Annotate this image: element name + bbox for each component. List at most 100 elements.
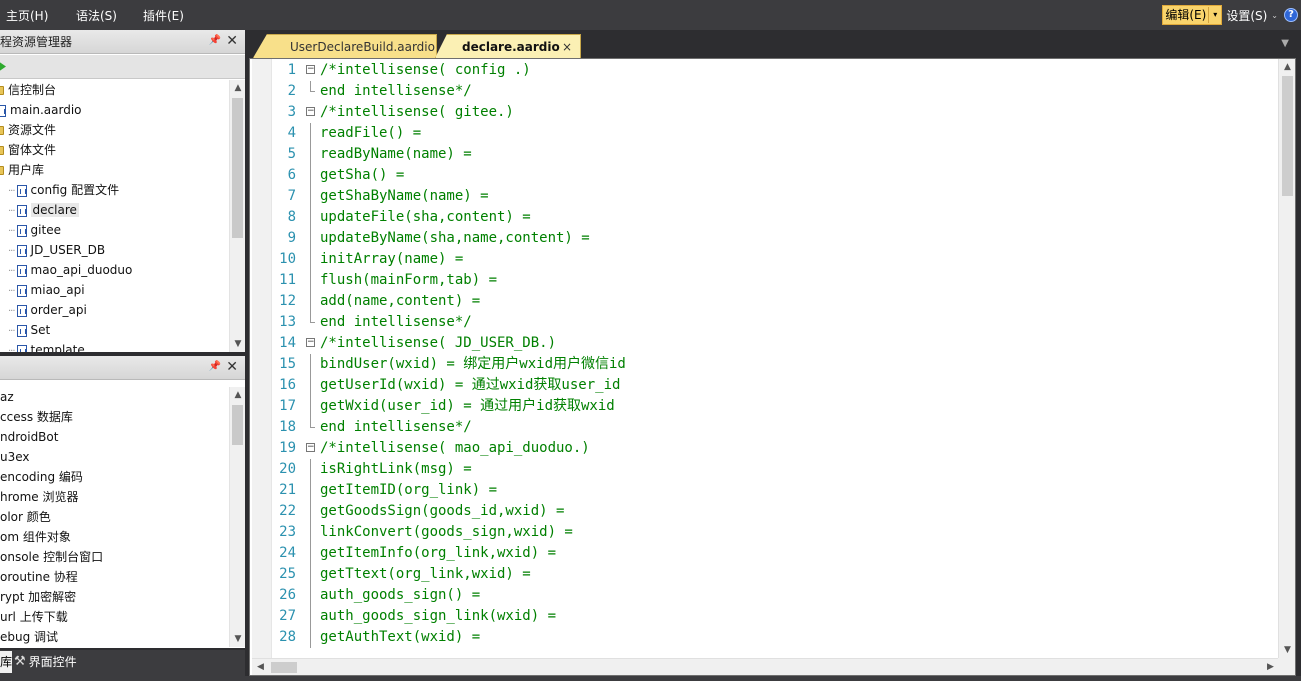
- collapse-icon[interactable]: −: [306, 65, 315, 74]
- library-item[interactable]: ccess 数据库: [0, 407, 229, 427]
- chevron-down-icon[interactable]: ▾: [1211, 5, 1219, 25]
- fold-marker[interactable]: −: [300, 60, 320, 81]
- library-item[interactable]: oroutine 协程: [0, 567, 229, 587]
- library-item[interactable]: encoding 编码: [0, 467, 229, 487]
- code-line[interactable]: readByName(name) =: [320, 144, 1270, 165]
- tree-item[interactable]: ··· JD_USER_DB: [0, 240, 229, 260]
- code-line[interactable]: getWxid(user_id) = 通过用户id获取wxid: [320, 396, 1270, 417]
- close-icon[interactable]: ✕: [226, 33, 238, 49]
- tree-item[interactable]: ··· miao_api: [0, 280, 229, 300]
- code-line[interactable]: getGoodsSign(goods_id,wxid) =: [320, 501, 1270, 522]
- chevron-down-icon[interactable]: ▼: [1281, 38, 1289, 49]
- code-editor[interactable]: 1 2 3 4 5 6 7 8 9 10 11 12 13 14 15 16 17 18 19 20 21 22 23 24 2…: [249, 58, 1296, 676]
- scroll-thumb[interactable]: [271, 662, 297, 673]
- tree-item[interactable]: ··· gitee: [0, 220, 229, 240]
- run-icon[interactable]: [0, 61, 6, 72]
- code-line[interactable]: bindUser(wxid) = 绑定用户wxid用户微信id: [320, 354, 1270, 375]
- code-line[interactable]: /*intellisense( mao_api_duoduo.): [320, 438, 1270, 459]
- tree-item[interactable]: ··· declare: [0, 200, 229, 220]
- scroll-up-icon[interactable]: ▲: [230, 387, 245, 403]
- code-line[interactable]: getItemInfo(org_link,wxid) =: [320, 543, 1270, 564]
- code-line[interactable]: auth_goods_sign_link(wxid) =: [320, 606, 1270, 627]
- close-icon[interactable]: ✕: [226, 359, 238, 375]
- code-line[interactable]: getAuthText(wxid) =: [320, 627, 1270, 648]
- code-line[interactable]: updateFile(sha,content) =: [320, 207, 1270, 228]
- code-line[interactable]: /*intellisense( gitee.): [320, 102, 1270, 123]
- tree-item[interactable]: 用户库: [0, 160, 229, 180]
- code-line[interactable]: end intellisense*/: [320, 81, 1270, 102]
- collapse-icon[interactable]: −: [306, 107, 315, 116]
- tree-item[interactable]: ··· mao_api_duoduo: [0, 260, 229, 280]
- library-item[interactable]: onsole 控制台窗口: [0, 547, 229, 567]
- editor-horizontal-scrollbar[interactable]: ◀ ▶: [252, 658, 1279, 675]
- pin-icon[interactable]: 📌: [209, 35, 221, 46]
- menu-home[interactable]: 主页(H): [6, 0, 48, 30]
- code-line[interactable]: initArray(name) =: [320, 249, 1270, 270]
- code-line[interactable]: getShaByName(name) =: [320, 186, 1270, 207]
- editor-vertical-scrollbar[interactable]: ▲ ▼: [1278, 59, 1295, 659]
- library-item[interactable]: url 上传下载: [0, 607, 229, 627]
- code-content[interactable]: /*intellisense( config .) end intellisens…: [320, 59, 1270, 659]
- code-line[interactable]: auth_goods_sign() =: [320, 585, 1270, 606]
- code-line[interactable]: getItemID(org_link) =: [320, 480, 1270, 501]
- code-line[interactable]: linkConvert(goods_sign,wxid) =: [320, 522, 1270, 543]
- code-line[interactable]: updateByName(sha,name,content) =: [320, 228, 1270, 249]
- code-line[interactable]: flush(mainForm,tab) =: [320, 270, 1270, 291]
- scroll-left-icon[interactable]: ◀: [252, 659, 269, 676]
- code-line[interactable]: getTtext(org_link,wxid) =: [320, 564, 1270, 585]
- tree-item[interactable]: main.aardio: [0, 100, 229, 120]
- code-line[interactable]: end intellisense*/: [320, 417, 1270, 438]
- tab-declare[interactable]: declare.aardio ×: [435, 34, 581, 58]
- pin-icon[interactable]: 📌: [209, 361, 221, 372]
- library-item[interactable]: olor 颜色: [0, 507, 229, 527]
- tree-item[interactable]: 信控制台: [0, 80, 229, 100]
- code-line[interactable]: /*intellisense( JD_USER_DB.): [320, 333, 1270, 354]
- tree-item[interactable]: ··· config 配置文件: [0, 180, 229, 200]
- code-line[interactable]: isRightLink(msg) =: [320, 459, 1270, 480]
- code-line[interactable]: readFile() =: [320, 123, 1270, 144]
- scroll-down-icon[interactable]: ▼: [1279, 642, 1296, 659]
- library-item[interactable]: hrome 浏览器: [0, 487, 229, 507]
- scroll-thumb[interactable]: [1282, 76, 1293, 196]
- fold-marker[interactable]: −: [300, 102, 320, 123]
- library-item[interactable]: om 组件对象: [0, 527, 229, 547]
- chevron-down-icon[interactable]: ⌄: [1271, 11, 1278, 20]
- fold-marker[interactable]: −: [300, 333, 320, 354]
- library-item[interactable]: ndroidBot: [0, 427, 229, 447]
- code-line[interactable]: add(name,content) =: [320, 291, 1270, 312]
- menu-edit[interactable]: 编辑(E) ▾: [1162, 5, 1223, 25]
- code-line[interactable]: getUserId(wxid) = 通过wxid获取user_id: [320, 375, 1270, 396]
- scroll-thumb[interactable]: [232, 98, 243, 238]
- menu-syntax[interactable]: 语法(S): [76, 0, 117, 30]
- library-item[interactable]: rypt 加密解密: [0, 587, 229, 607]
- menu-plugins[interactable]: 插件(E): [143, 0, 184, 30]
- scroll-down-icon[interactable]: ▼: [230, 336, 245, 352]
- scroll-up-icon[interactable]: ▲: [1279, 59, 1296, 76]
- tab-userdeclarebuild[interactable]: UserDeclareBuild.aardio: [253, 34, 437, 58]
- library-item[interactable]: u3ex: [0, 447, 229, 467]
- code-line[interactable]: /*intellisense( config .): [320, 60, 1270, 81]
- tab-library[interactable]: 库: [0, 651, 12, 673]
- help-icon[interactable]: ?: [1284, 8, 1298, 22]
- code-line[interactable]: end intellisense*/: [320, 312, 1270, 333]
- scroll-up-icon[interactable]: ▲: [230, 80, 245, 96]
- library-tree-scrollbar[interactable]: ▲ ▼: [229, 387, 245, 647]
- collapse-icon[interactable]: −: [306, 443, 315, 452]
- library-item[interactable]: az: [0, 387, 229, 407]
- menu-settings[interactable]: 设置(S) ⌄: [1226, 7, 1278, 24]
- scroll-right-icon[interactable]: ▶: [1262, 659, 1279, 676]
- tree-item[interactable]: 窗体文件: [0, 140, 229, 160]
- scroll-thumb[interactable]: [232, 405, 243, 445]
- tree-item[interactable]: ··· template: [0, 340, 229, 352]
- tree-item[interactable]: ··· order_api: [0, 300, 229, 320]
- close-icon[interactable]: ×: [562, 35, 572, 58]
- scroll-down-icon[interactable]: ▼: [230, 631, 245, 647]
- code-line[interactable]: getSha() =: [320, 165, 1270, 186]
- library-item[interactable]: ebug 调试: [0, 627, 229, 647]
- tree-item[interactable]: 资源文件: [0, 120, 229, 140]
- collapse-icon[interactable]: −: [306, 338, 315, 347]
- tree-item[interactable]: ··· Set: [0, 320, 229, 340]
- fold-marker[interactable]: −: [300, 438, 320, 459]
- tab-ui-controls[interactable]: ⚒ 界面控件: [14, 650, 77, 674]
- project-tree-scrollbar[interactable]: ▲ ▼: [229, 80, 245, 352]
